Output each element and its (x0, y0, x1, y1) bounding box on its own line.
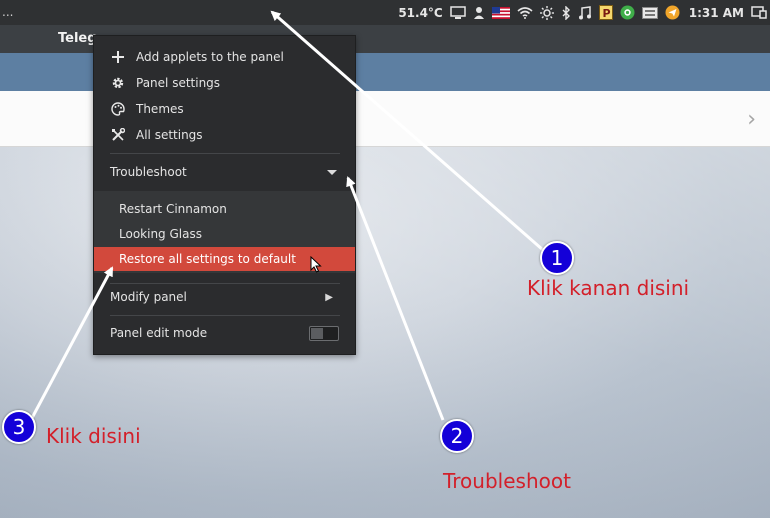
user-icon[interactable] (473, 6, 485, 20)
menu-item-looking-glass[interactable]: Looking Glass (94, 222, 355, 246)
chevron-right-icon[interactable]: › (747, 107, 756, 132)
window-list-icon[interactable] (751, 6, 767, 19)
temperature-readout: 51.4°C (398, 5, 443, 20)
annotation-badge-3: 3 (2, 410, 36, 444)
panel-edit-mode-toggle[interactable] (309, 326, 339, 341)
gear-icon (110, 75, 126, 91)
p-app-icon[interactable]: P (598, 5, 613, 20)
annotation-badge-1: 1 (540, 241, 574, 275)
mouse-cursor-icon (310, 255, 322, 276)
chevron-right-icon: ▶ (325, 291, 333, 303)
wifi-icon[interactable] (517, 6, 533, 19)
annotation-text-2: Troubleshoot (443, 469, 571, 493)
panel-left-text: ... (2, 5, 14, 19)
menu-item-panel-settings[interactable]: Panel settings (94, 71, 355, 95)
menu-separator (110, 283, 340, 284)
menu-item-restore-defaults[interactable]: Restore all settings to default (94, 247, 355, 273)
menu-separator (110, 153, 340, 154)
menu-item-label: Themes (136, 102, 184, 116)
monitor-icon[interactable] (449, 5, 466, 20)
us-flag-icon[interactable] (491, 6, 510, 19)
menu-item-troubleshoot[interactable]: Troubleshoot (94, 160, 355, 184)
menu-item-label: Add applets to the panel (136, 50, 284, 64)
menu-separator (110, 315, 340, 316)
palette-icon (110, 101, 126, 117)
submenu-item-label: Looking Glass (119, 227, 202, 241)
menu-item-panel-edit-mode[interactable]: Panel edit mode (94, 321, 355, 345)
app-title: Teleg (58, 31, 97, 46)
chevron-down-icon (327, 170, 337, 175)
menu-item-restart-cinnamon[interactable]: Restart Cinnamon (94, 197, 355, 221)
panel-edit-mode-label: Panel edit mode (110, 326, 208, 340)
menu-item-modify-panel[interactable]: Modify panel ▶ (94, 285, 355, 309)
telegram-icon[interactable] (665, 5, 680, 20)
brightness-icon[interactable] (539, 5, 554, 20)
system-tray: 51.4°C P 1:31 AM (398, 0, 770, 25)
submenu-item-label: Restart Cinnamon (119, 202, 227, 216)
music-icon[interactable] (578, 5, 592, 20)
clock[interactable]: 1:31 AM (689, 6, 744, 20)
panel-context-menu: Add applets to the panel Panel settings … (93, 35, 356, 355)
modify-panel-label: Modify panel (110, 290, 187, 304)
annotation-badge-2: 2 (440, 419, 474, 453)
top-panel[interactable]: ... 51.4°C P 1:31 AM (0, 0, 770, 25)
bluetooth-icon[interactable] (561, 5, 571, 20)
annotation-text-3: Klik disini (46, 424, 141, 448)
annotation-text-1: Klik kanan disini (527, 276, 690, 300)
menu-item-add-applets[interactable]: Add applets to the panel (94, 45, 355, 69)
submenu-item-label: Restore all settings to default (119, 252, 296, 266)
menu-item-all-settings[interactable]: All settings (94, 123, 355, 147)
troubleshoot-label: Troubleshoot (110, 165, 187, 179)
keyboard-icon[interactable] (641, 6, 658, 19)
menu-item-themes[interactable]: Themes (94, 97, 355, 121)
tools-icon (110, 127, 126, 143)
svg-text:P: P (602, 7, 610, 20)
update-icon[interactable] (620, 5, 635, 20)
plus-icon (110, 49, 126, 65)
menu-item-label: All settings (136, 128, 203, 142)
menu-item-label: Panel settings (136, 76, 221, 90)
